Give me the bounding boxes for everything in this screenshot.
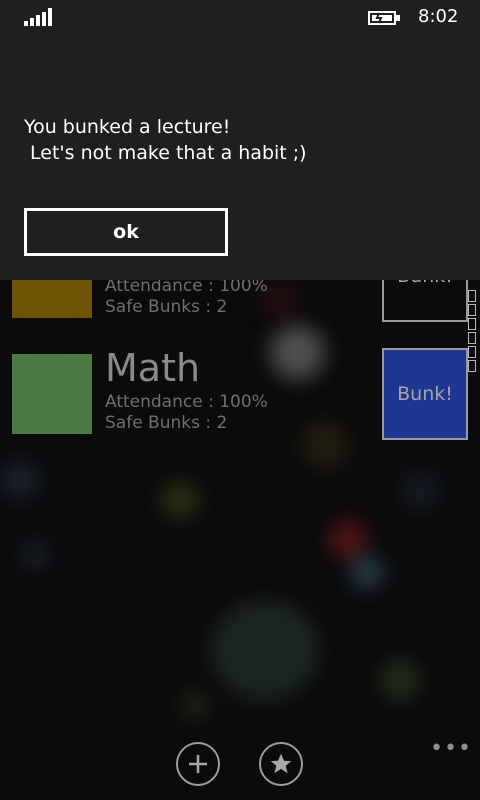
scroll-tick xyxy=(468,318,476,330)
background-glow xyxy=(180,690,210,720)
battery-charging-icon xyxy=(368,10,402,25)
background-glow xyxy=(20,540,50,570)
add-icon xyxy=(189,755,207,773)
ok-button[interactable]: ok xyxy=(24,208,228,256)
bunk-button[interactable]: Bunk! xyxy=(382,348,468,440)
scroll-tick xyxy=(468,346,476,358)
clock: 8:02 xyxy=(418,6,459,27)
background-glow xyxy=(160,480,200,520)
add-button[interactable] xyxy=(176,742,220,786)
favorite-button[interactable] xyxy=(259,742,303,786)
signal-strength-icon xyxy=(24,8,54,26)
star-icon xyxy=(270,753,292,774)
background-glow xyxy=(0,460,40,500)
message-dialog: 8:02 You bunked a lecture! Let's not mak… xyxy=(0,0,480,280)
dialog-message: You bunked a lecture! Let's not make tha… xyxy=(24,116,307,164)
subject-color-swatch xyxy=(12,354,92,434)
scroll-tick xyxy=(468,304,476,316)
phone-screen: Attendance : 100% Safe Bunks : 2 Bunk! M… xyxy=(0,0,480,800)
subject-row[interactable]: Math Attendance : 100% Safe Bunks : 2 Bu… xyxy=(0,346,480,446)
scroll-indicator xyxy=(468,290,478,386)
attendance-label: Attendance : 100% xyxy=(105,392,268,412)
background-glow xyxy=(380,660,420,700)
scroll-tick xyxy=(468,290,476,302)
background-glow xyxy=(328,520,368,560)
scroll-tick xyxy=(468,360,476,372)
status-bar: 8:02 xyxy=(0,0,480,32)
background-glow xyxy=(400,470,440,510)
safe-bunks-label: Safe Bunks : 2 xyxy=(105,297,228,317)
subject-name: Math xyxy=(105,346,201,390)
safe-bunks-label: Safe Bunks : 2 xyxy=(105,413,228,433)
background-glow xyxy=(210,600,320,700)
more-options-button[interactable]: ••• xyxy=(430,736,472,761)
scroll-tick xyxy=(468,332,476,344)
background-glow xyxy=(350,555,384,589)
application-bar: ••• xyxy=(0,730,480,800)
